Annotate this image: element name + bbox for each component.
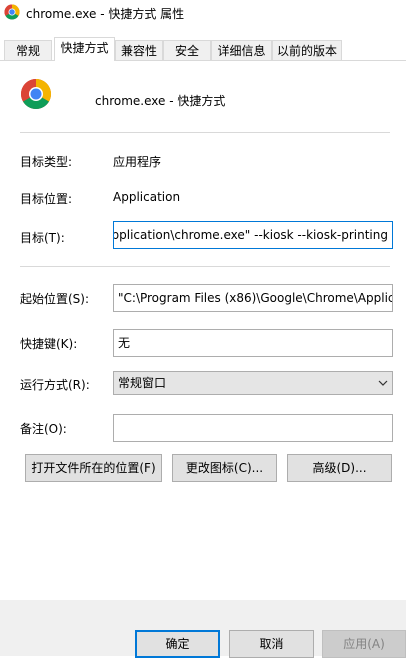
chrome-icon [4,4,20,20]
chevron-down-icon [378,380,388,386]
tab-compatibility[interactable]: 兼容性 [115,40,163,60]
target-location-label: 目标位置: [20,192,73,206]
apply-button[interactable]: 应用(A) [322,630,406,658]
open-file-location-button[interactable]: 打开文件所在的位置(F) [25,454,162,482]
hotkey-input[interactable]: 无 [113,329,393,357]
window-title: chrome.exe - 快捷方式 属性 [26,7,185,21]
shortcut-name: chrome.exe - 快捷方式 [95,94,226,108]
tab-bar: 常规 快捷方式 兼容性 安全 详细信息 以前的版本 [0,37,406,61]
chrome-icon [20,79,52,110]
target-location-value: Application [113,190,181,204]
tab-general[interactable]: 常规 [4,40,52,60]
advanced-button[interactable]: 高级(D)... [287,454,392,482]
divider [20,266,390,267]
target-type-value: 应用程序 [113,155,162,169]
tab-details[interactable]: 详细信息 [211,40,272,60]
comment-label: 备注(O): [20,422,67,436]
tab-security[interactable]: 安全 [163,40,211,60]
ok-button[interactable]: 确定 [135,630,220,658]
target-input[interactable]: pplication\chrome.exe" --kiosk --kiosk-p… [113,221,393,249]
cancel-button[interactable]: 取消 [229,630,314,658]
run-select-value: 常规窗口 [118,376,167,390]
start-in-input-text: "C:\Program Files (x86)\Google\Chrome\Ap… [118,291,393,305]
run-select[interactable]: 常规窗口 [113,371,393,395]
target-input-text: pplication\chrome.exe" --kiosk --kiosk-p… [113,228,388,242]
tab-shortcut[interactable]: 快捷方式 [54,37,115,61]
hotkey-input-text: 无 [118,336,131,350]
hotkey-label: 快捷键(K): [20,337,78,351]
start-in-input[interactable]: "C:\Program Files (x86)\Google\Chrome\Ap… [113,284,393,312]
tab-previous-versions[interactable]: 以前的版本 [272,40,342,60]
start-in-label: 起始位置(S): [20,292,90,306]
change-icon-button[interactable]: 更改图标(C)... [172,454,277,482]
target-label: 目标(T): [20,231,65,245]
run-label: 运行方式(R): [20,378,90,392]
divider [20,132,390,133]
title-bar: chrome.exe - 快捷方式 属性 [0,0,406,30]
target-type-label: 目标类型: [20,155,73,169]
comment-input[interactable] [113,414,393,442]
